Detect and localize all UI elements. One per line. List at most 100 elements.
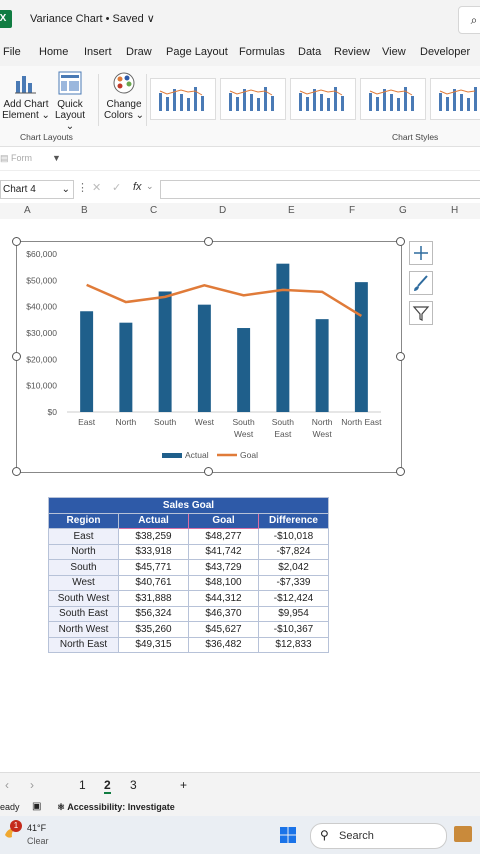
table-header-difference[interactable]: Difference [258, 512, 329, 529]
table-cell[interactable]: North [48, 543, 119, 560]
sheet-tab-3[interactable]: 3 [130, 778, 137, 792]
search-icon[interactable]: ⌕ [458, 6, 480, 34]
table-cell[interactable]: $33,918 [118, 543, 189, 560]
menu-review[interactable]: Review [334, 46, 370, 58]
table-cell[interactable]: $9,954 [258, 605, 329, 622]
resize-handle-right[interactable] [396, 352, 405, 361]
chevron-right-icon[interactable]: › [30, 778, 34, 792]
column-header-h[interactable]: H [451, 205, 458, 216]
table-header-region[interactable]: Region [48, 512, 119, 529]
resize-handle-bottom[interactable] [204, 467, 213, 476]
chart-style-4[interactable] [360, 78, 426, 120]
table-cell[interactable]: South West [48, 590, 119, 607]
menu-data[interactable]: Data [298, 46, 321, 58]
table-cell[interactable]: $12,833 [258, 636, 329, 653]
resize-handle-bottom-right[interactable] [396, 467, 405, 476]
table-header-goal[interactable]: Goal [188, 512, 259, 529]
change-colors-button[interactable]: Change Colors ⌄ [102, 99, 146, 121]
sheet-tab-1[interactable]: 1 [79, 778, 86, 792]
quick-layout-icon[interactable] [58, 71, 82, 95]
chart-style-2[interactable] [220, 78, 286, 120]
sheet-tab-2[interactable]: 2 [104, 778, 111, 794]
column-header-b[interactable]: B [81, 205, 88, 216]
table-title[interactable]: Sales Goal [48, 497, 329, 514]
menu-developer[interactable]: Developer [420, 46, 470, 58]
customize-toolbar-icon[interactable]: ▼ [52, 153, 61, 163]
table-cell[interactable]: East [48, 528, 119, 545]
taskbar-search-box[interactable]: ⚲ Search [310, 823, 447, 849]
table-cell[interactable]: $40,761 [118, 574, 189, 591]
chart-style-5[interactable] [430, 78, 480, 120]
chart-elements-button[interactable] [409, 241, 433, 265]
chevron-down-icon[interactable]: ⌄ [146, 181, 154, 192]
table-cell[interactable]: -$12,424 [258, 590, 329, 607]
table-cell[interactable]: $56,324 [118, 605, 189, 622]
chevron-left-icon[interactable]: ‹ [5, 778, 9, 792]
column-header-g[interactable]: G [399, 205, 407, 216]
table-cell[interactable]: $41,742 [188, 543, 259, 560]
table-cell[interactable]: $44,312 [188, 590, 259, 607]
table-cell[interactable]: $2,042 [258, 559, 329, 576]
windows-start-icon[interactable] [279, 826, 297, 844]
menu-home[interactable]: Home [39, 46, 68, 58]
enter-icon[interactable]: ✓ [112, 181, 121, 194]
menu-page-layout[interactable]: Page Layout [166, 46, 228, 58]
chart-filters-button[interactable] [409, 301, 433, 325]
table-cell[interactable]: $45,771 [118, 559, 189, 576]
table-cell[interactable]: $46,370 [188, 605, 259, 622]
table-header-actual[interactable]: Actual [118, 512, 189, 529]
menu-draw[interactable]: Draw [126, 46, 152, 58]
resize-handle-left[interactable] [12, 352, 21, 361]
table-cell[interactable]: $48,277 [188, 528, 259, 545]
cancel-icon[interactable]: ✕ [92, 181, 101, 194]
chart-style-3[interactable] [290, 78, 356, 120]
menu-file[interactable]: File [3, 46, 21, 58]
more-options-icon[interactable]: ⋮ [77, 181, 88, 194]
resize-handle-top-right[interactable] [396, 237, 405, 246]
chart-style-1[interactable] [150, 78, 216, 120]
table-cell[interactable]: South East [48, 605, 119, 622]
resize-handle-bottom-left[interactable] [12, 467, 21, 476]
add-sheet-button[interactable]: + [180, 778, 187, 792]
document-title[interactable]: Variance Chart • Saved ∨ [30, 12, 155, 25]
column-header-d[interactable]: D [219, 205, 226, 216]
add-chart-element-icon[interactable] [14, 71, 38, 95]
table-cell[interactable]: North East [48, 636, 119, 653]
table-cell[interactable]: $35,260 [118, 621, 189, 638]
table-cell[interactable]: $38,259 [118, 528, 189, 545]
table-cell[interactable]: -$10,367 [258, 621, 329, 638]
table-cell[interactable]: West [48, 574, 119, 591]
table-cell[interactable]: $49,315 [118, 636, 189, 653]
menu-formulas[interactable]: Formulas [239, 46, 285, 58]
add-chart-element-button[interactable]: Add Chart Element ⌄ [2, 99, 50, 121]
quick-layout-button[interactable]: Quick Layout ⌄ [50, 99, 90, 132]
table-cell[interactable]: $48,100 [188, 574, 259, 591]
name-box[interactable]: Chart 4 ⌄ [0, 180, 74, 199]
table-cell[interactable]: South [48, 559, 119, 576]
resize-handle-top[interactable] [204, 237, 213, 246]
menu-view[interactable]: View [382, 46, 406, 58]
column-header-e[interactable]: E [288, 205, 295, 216]
table-cell[interactable]: -$10,018 [258, 528, 329, 545]
table-cell[interactable]: -$7,339 [258, 574, 329, 591]
form-button[interactable]: ▤ Form [0, 153, 32, 164]
resize-handle-top-left[interactable] [12, 237, 21, 246]
formula-input[interactable] [160, 180, 480, 199]
palette-icon[interactable] [112, 71, 136, 95]
macro-recording-icon[interactable]: ▣ [32, 801, 41, 812]
table-cell[interactable]: $45,627 [188, 621, 259, 638]
insert-function-icon[interactable]: fx [133, 181, 142, 193]
table-cell[interactable]: $36,482 [188, 636, 259, 653]
column-header-f[interactable]: F [349, 205, 355, 216]
column-header-a[interactable]: A [24, 205, 31, 216]
table-cell[interactable]: -$7,824 [258, 543, 329, 560]
accessibility-button[interactable]: ⚛ Accessibility: Investigate [57, 802, 175, 813]
table-cell[interactable]: $43,729 [188, 559, 259, 576]
briefcase-icon[interactable] [454, 826, 472, 842]
table-cell[interactable]: $31,888 [118, 590, 189, 607]
chart-area[interactable]: $0 $10,000 $20,000 $30,000 $40,000 $50,000 $60… [16, 241, 402, 473]
chart-styles-button[interactable] [409, 271, 433, 295]
column-header-c[interactable]: C [150, 205, 157, 216]
menu-insert[interactable]: Insert [84, 46, 112, 58]
table-cell[interactable]: North West [48, 621, 119, 638]
